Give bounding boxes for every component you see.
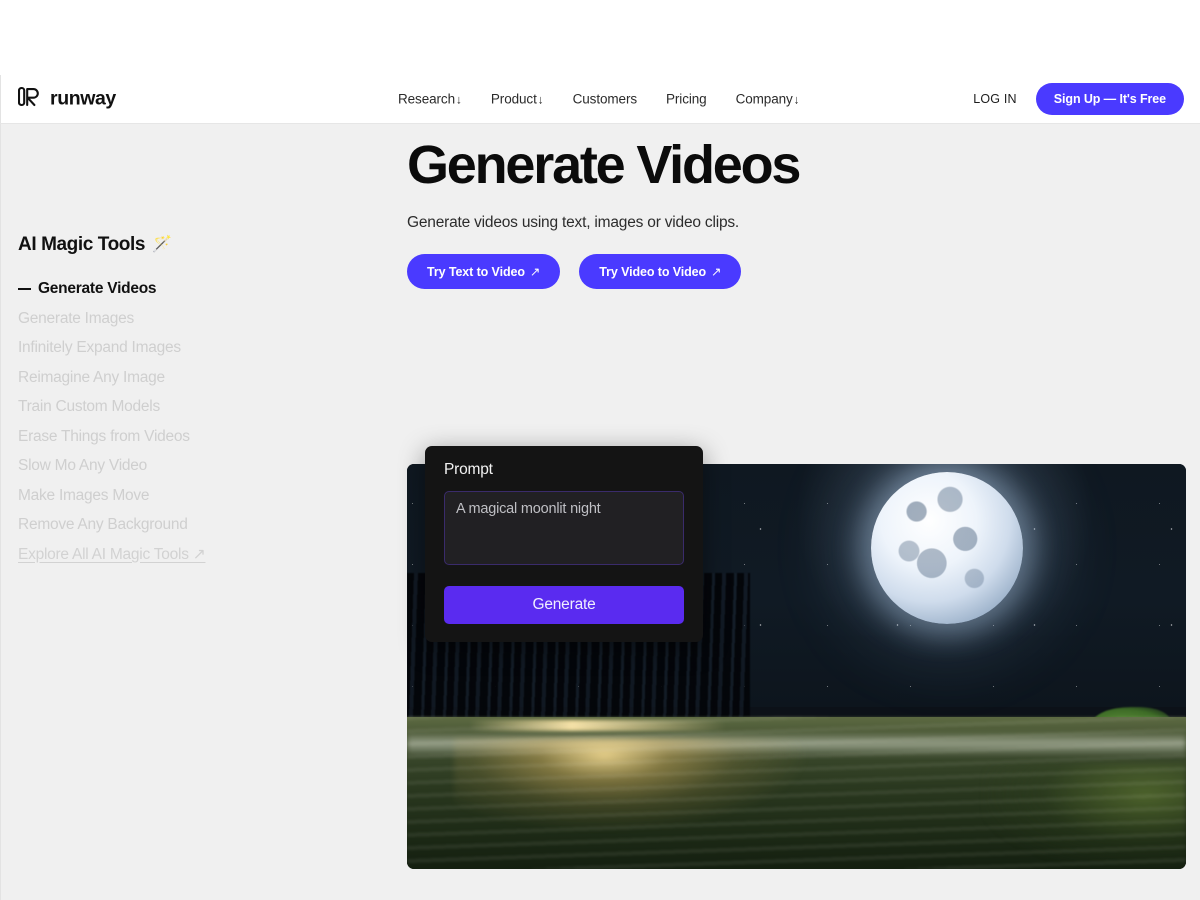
page-root: runway Research↓ Product↓ Customers Pric… <box>0 0 1200 900</box>
try-video-to-video-label: Try Video to Video <box>599 265 707 279</box>
sidebar-item-make-images-move[interactable]: Make Images Move <box>18 481 298 511</box>
nav-item-research[interactable]: Research↓ <box>398 92 462 107</box>
generate-button[interactable]: Generate <box>444 586 684 624</box>
page-body: AI Magic Tools 🪄 Generate Videos Generat… <box>0 124 1200 900</box>
main-navigation: Research↓ Product↓ Customers Pricing Com… <box>398 92 800 107</box>
nav-label-product: Product <box>490 91 537 107</box>
runway-logomark-icon <box>17 86 42 112</box>
chevron-down-icon: ↓ <box>793 92 800 107</box>
sidebar-item-train-custom-models[interactable]: Train Custom Models <box>18 392 298 422</box>
sidebar-item-generate-images[interactable]: Generate Images <box>18 304 298 334</box>
sidebar-item-reimagine-any-image[interactable]: Reimagine Any Image <box>18 363 298 393</box>
header-actions: LOG IN Sign Up — It's Free <box>973 83 1184 115</box>
top-white-band <box>0 0 1200 75</box>
active-dash-icon <box>18 287 31 290</box>
magic-wand-icon: 🪄 <box>152 236 172 253</box>
sidebar-heading: AI Magic Tools 🪄 <box>18 234 298 256</box>
cta-button-row: Try Text to Video ↗ Try Video to Video ↗ <box>407 254 1200 289</box>
try-text-to-video-button[interactable]: Try Text to Video ↗ <box>407 254 561 289</box>
moon-graphic <box>870 472 1023 624</box>
nav-label-research: Research <box>398 91 455 107</box>
sidebar-item-remove-any-background[interactable]: Remove Any Background <box>18 510 298 540</box>
sidebar-item-label: Generate Videos <box>38 280 157 297</box>
main-content: Generate Videos Generate videos using te… <box>407 124 1200 289</box>
login-link[interactable]: LOG IN <box>973 92 1017 106</box>
brand-name: runway <box>50 87 116 110</box>
sidebar-heading-label: AI Magic Tools <box>18 234 146 255</box>
page-title: Generate Videos <box>407 135 801 195</box>
prompt-panel: Prompt Generate <box>425 446 703 642</box>
nav-item-company[interactable]: Company↓ <box>736 92 800 107</box>
prompt-input[interactable] <box>444 491 684 565</box>
water-ripples <box>407 717 1186 869</box>
sidebar-item-erase-things-from-videos[interactable]: Erase Things from Videos <box>18 422 298 452</box>
try-video-to-video-button[interactable]: Try Video to Video ↗ <box>579 254 742 289</box>
sidebar-item-generate-videos[interactable]: Generate Videos <box>18 274 298 304</box>
page-subtitle: Generate videos using text, images or vi… <box>407 214 740 231</box>
arrow-up-right-icon: ↗ <box>529 265 541 279</box>
sidebar-item-infinitely-expand-images[interactable]: Infinitely Expand Images <box>18 333 298 363</box>
chevron-down-icon: ↓ <box>537 92 544 107</box>
signup-button[interactable]: Sign Up — It's Free <box>1035 83 1184 115</box>
chevron-down-icon: ↓ <box>455 92 462 107</box>
nav-item-pricing[interactable]: Pricing <box>666 92 707 107</box>
try-text-to-video-label: Try Text to Video <box>427 265 525 279</box>
sidebar: AI Magic Tools 🪄 Generate Videos Generat… <box>18 234 298 569</box>
nav-item-customers[interactable]: Customers <box>573 92 637 107</box>
nav-label-company: Company <box>735 91 793 107</box>
site-header: runway Research↓ Product↓ Customers Pric… <box>0 75 1200 124</box>
sidebar-item-slow-mo-any-video[interactable]: Slow Mo Any Video <box>18 451 298 481</box>
prompt-label: Prompt <box>444 461 493 478</box>
water-surface <box>407 717 1186 869</box>
sidebar-list: Generate Videos Generate Images Infinite… <box>18 274 298 569</box>
nav-item-product[interactable]: Product↓ <box>491 92 544 107</box>
nav-label-pricing: Pricing <box>666 91 707 107</box>
brand-logo[interactable]: runway <box>17 86 116 112</box>
nav-label-customers: Customers <box>572 91 637 107</box>
sidebar-explore-all-link[interactable]: Explore All AI Magic Tools ↗ <box>18 540 298 570</box>
arrow-up-right-icon: ↗ <box>711 265 722 279</box>
